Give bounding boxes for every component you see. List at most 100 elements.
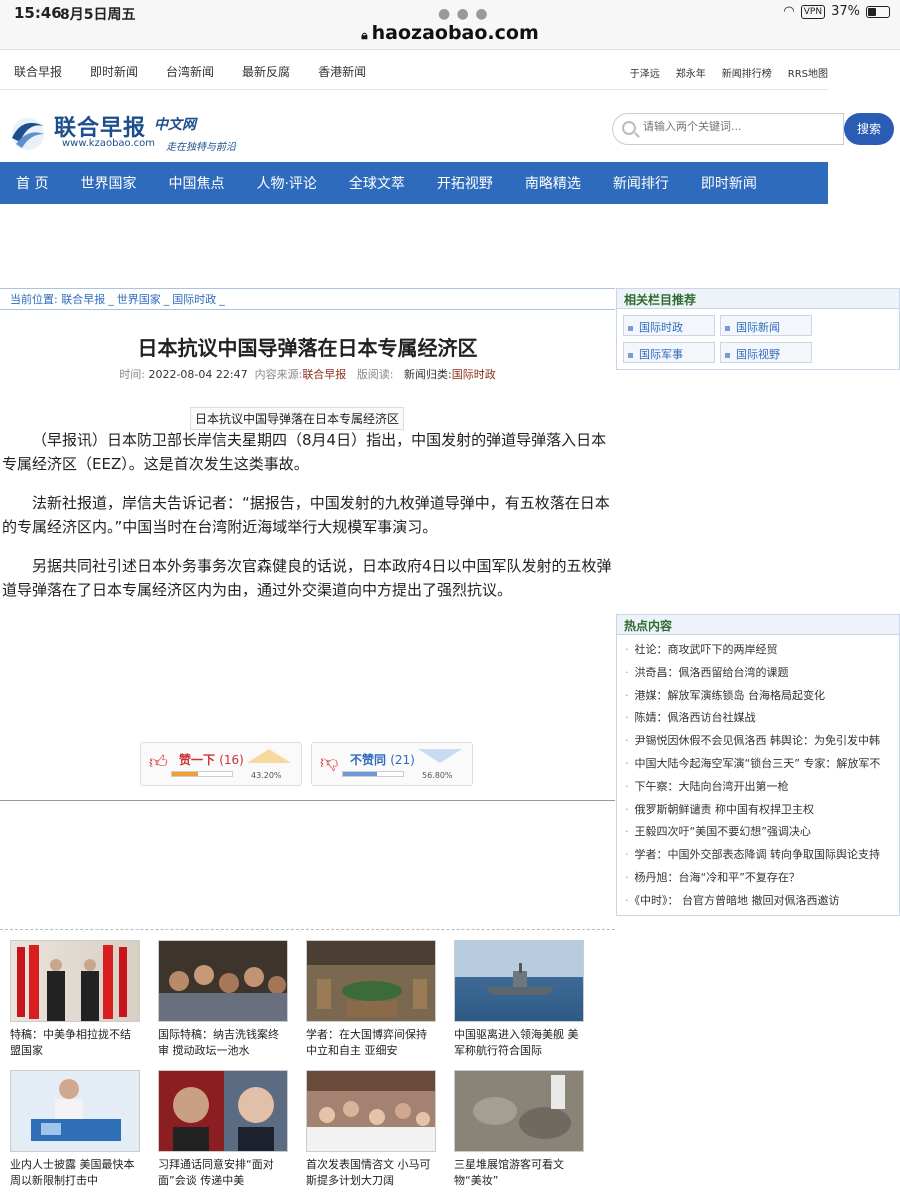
top-link[interactable]: 即时新闻	[90, 63, 138, 80]
top-links-right: 于泽远 郑永年 新闻排行榜 RRS地图	[630, 65, 828, 80]
vote-up-button[interactable]: 👍︎ 赞一下 (16) 43.20%	[140, 742, 302, 786]
square-bullet-icon	[628, 352, 633, 358]
hot-item[interactable]: 尹锡悦因休假不会见佩洛西 韩舆论：为免引发中韩	[625, 730, 899, 753]
hot-item[interactable]: 社论：商攻武吓下的两岸经贸	[625, 639, 899, 662]
photo-news-card[interactable]: 特稿：中美争相拉拢不结盟国家	[10, 940, 140, 1059]
meta-label: 新闻归类:	[404, 368, 452, 381]
photo-news-caption: 国际特稿：纳吉洗钱案终审 搅动政坛一池水	[158, 1028, 279, 1057]
date: 8月5日周五	[60, 7, 136, 23]
meta-label: 时间:	[119, 368, 145, 381]
top-link[interactable]: 新闻排行榜	[722, 65, 772, 80]
divider	[0, 800, 615, 801]
related-link[interactable]: 国际视野	[720, 342, 812, 363]
panel-title: 相关栏目推荐	[617, 289, 899, 309]
news-photo	[158, 1070, 288, 1152]
photo-news-card[interactable]: 习拜通话同意安排“面对面”会谈 传递中美	[158, 1070, 288, 1189]
related-link[interactable]: 国际军事	[623, 342, 715, 363]
top-links-left: 联合早报 即时新闻 台湾新闻 最新反腐 香港新闻	[14, 63, 366, 80]
top-link-bar: 联合早报 即时新闻 台湾新闻 最新反腐 香港新闻 于泽远 郑永年 新闻排行榜 R…	[0, 52, 828, 90]
more-dots-icon[interactable]: ● ● ●	[438, 6, 489, 22]
hot-item[interactable]: 陈婧：佩洛西访台社媒战	[625, 707, 899, 730]
lock-icon: 🔒︎	[361, 28, 368, 42]
square-bullet-icon	[725, 325, 730, 331]
vote-down-button[interactable]: 👎︎ 不赞同 (21) 56.80%	[311, 742, 473, 786]
search-button[interactable]: 搜索	[844, 113, 894, 145]
article-category[interactable]: 国际时政	[452, 368, 496, 381]
news-photo	[454, 1070, 584, 1152]
thumbs-up-icon: 👍︎	[149, 752, 168, 773]
hot-item[interactable]: 学者：中国外交部表态降调 转向争取国际舆论支持	[625, 844, 899, 867]
hot-item[interactable]: 港媒：解放军演练锁岛 台海格局起变化	[625, 685, 899, 708]
hot-item[interactable]: 洪奇昌：佩洛西留给台湾的课题	[625, 662, 899, 685]
related-link[interactable]: 国际新闻	[720, 315, 812, 336]
arrow-up-icon	[247, 749, 291, 763]
nav-item[interactable]: 中国焦点	[168, 173, 224, 193]
logo-slogan: 走在独特与前沿	[166, 142, 236, 153]
breadcrumb-link[interactable]: 世界国家	[117, 293, 161, 306]
battery-percent: 37%	[831, 4, 860, 19]
news-photo	[10, 1070, 140, 1152]
photo-news-caption: 习拜通话同意安排“面对面”会谈 传递中美	[158, 1158, 274, 1187]
related-link[interactable]: 国际时政	[623, 315, 715, 336]
arrow-down-icon	[418, 749, 462, 763]
breadcrumb-link[interactable]: 联合早报	[61, 293, 105, 306]
top-link[interactable]: 于泽远	[630, 65, 660, 80]
nav-item[interactable]: 南略精选	[525, 173, 581, 193]
address-bar[interactable]: 🔒︎ haozaobao.com	[0, 22, 900, 44]
divider	[0, 929, 615, 930]
photo-news-caption: 学者：在大国博弈间保持中立和自主 亚细安	[306, 1028, 427, 1057]
search-input[interactable]	[643, 120, 838, 133]
photo-news-caption: 特稿：中美争相拉拢不结盟国家	[10, 1028, 131, 1057]
photo-news-card[interactable]: 学者：在大国博弈间保持中立和自主 亚细安	[306, 940, 436, 1059]
hot-item[interactable]: 俄罗斯朝鲜谴责 称中国有权捍卫主权	[625, 799, 899, 822]
vote-down-count: (21)	[390, 753, 415, 767]
nav-item[interactable]: 新闻排行	[613, 173, 669, 193]
article-source[interactable]: 联合早报	[302, 368, 346, 381]
news-photo	[158, 940, 288, 1022]
photo-news-card[interactable]: 首次发表国情咨文 小马可斯提多计划大刀阔	[306, 1070, 436, 1189]
logo-swirl-icon	[12, 118, 44, 150]
top-link[interactable]: 香港新闻	[318, 63, 366, 80]
hot-item[interactable]: 中国大陆今起海空军演“锁台三天” 专家：解放军不	[625, 753, 899, 776]
vote-up-count: (16)	[219, 753, 244, 767]
news-photo	[306, 1070, 436, 1152]
square-bullet-icon	[725, 352, 730, 358]
article-subhead: 日本抗议中国导弹落在日本专属经济区	[190, 407, 405, 430]
top-link[interactable]: 台湾新闻	[166, 63, 214, 80]
top-link[interactable]: 联合早报	[14, 63, 62, 80]
vote-up-percent: 43.20%	[251, 771, 282, 780]
nav-item[interactable]: 开拓视野	[437, 173, 493, 193]
nav-item[interactable]: 人物·评论	[256, 173, 316, 193]
site-logo[interactable]: 联合早报 中文网 www.kzaobao.com 走在独特与前沿	[8, 110, 268, 156]
top-link[interactable]: 最新反腐	[242, 63, 290, 80]
breadcrumb-link[interactable]: 国际时政	[172, 293, 216, 306]
photo-news-card[interactable]: 三星堆展馆游客可看文物“美妆”	[454, 1070, 584, 1189]
vote-down-percent: 56.80%	[422, 771, 453, 780]
clock: 15:46	[14, 4, 62, 22]
nav-item[interactable]: 即时新闻	[701, 173, 757, 193]
search-box	[612, 113, 844, 145]
vote-up-bar	[171, 771, 233, 777]
hot-item[interactable]: 《中时》： 台官方曾暗地 撤回对佩洛西邀访	[625, 890, 899, 913]
photo-news-caption: 三星堆展馆游客可看文物“美妆”	[454, 1158, 564, 1187]
top-link[interactable]: 郑永年	[676, 65, 706, 80]
photo-news-card[interactable]: 中国驱离进入领海美舰 美军称航行符合国际	[454, 940, 584, 1059]
news-photo	[10, 940, 140, 1022]
related-columns-panel: 相关栏目推荐 国际时政 国际新闻 国际军事 国际视野	[616, 288, 900, 370]
article-meta: 时间: 2022-08-04 22:47 内容来源:联合早报 版阅读: 新闻归类…	[0, 366, 615, 382]
nav-item[interactable]: 全球文萃	[349, 173, 405, 193]
hot-list: 社论：商攻武吓下的两岸经贸 洪奇昌：佩洛西留给台湾的课题 港媒：解放军演练锁岛 …	[617, 635, 899, 913]
top-link[interactable]: RRS地图	[788, 65, 828, 80]
browser-status-bar: 15:46 8月5日周五 ● ● ● 🔒︎ haozaobao.com ◠ VPN…	[0, 0, 900, 50]
hot-item[interactable]: 王毅四次吁“美国不要幻想”强调决心	[625, 821, 899, 844]
search-icon	[622, 121, 636, 135]
breadcrumb: 当前位置: 联合早报 _ 世界国家 _ 国际时政 _	[0, 288, 615, 310]
photo-news-card[interactable]: 业内人士披露 美国最快本周以新限制打击中	[10, 1070, 140, 1189]
hot-item[interactable]: 下午察：大陆向台湾开出第一枪	[625, 776, 899, 799]
nav-item[interactable]: 首 页	[16, 173, 48, 193]
article-paragraph: 法新社报道，岸信夫告诉记者：“据报告，中国发射的九枚弹道导弹中，有五枚落在日本的…	[2, 494, 610, 536]
nav-item[interactable]: 世界国家	[80, 173, 136, 193]
url-text: haozaobao.com	[371, 22, 539, 44]
hot-item[interactable]: 杨丹旭：台海“冷和平”不复存在？	[625, 867, 899, 890]
photo-news-card[interactable]: 国际特稿：纳吉洗钱案终审 搅动政坛一池水	[158, 940, 288, 1059]
